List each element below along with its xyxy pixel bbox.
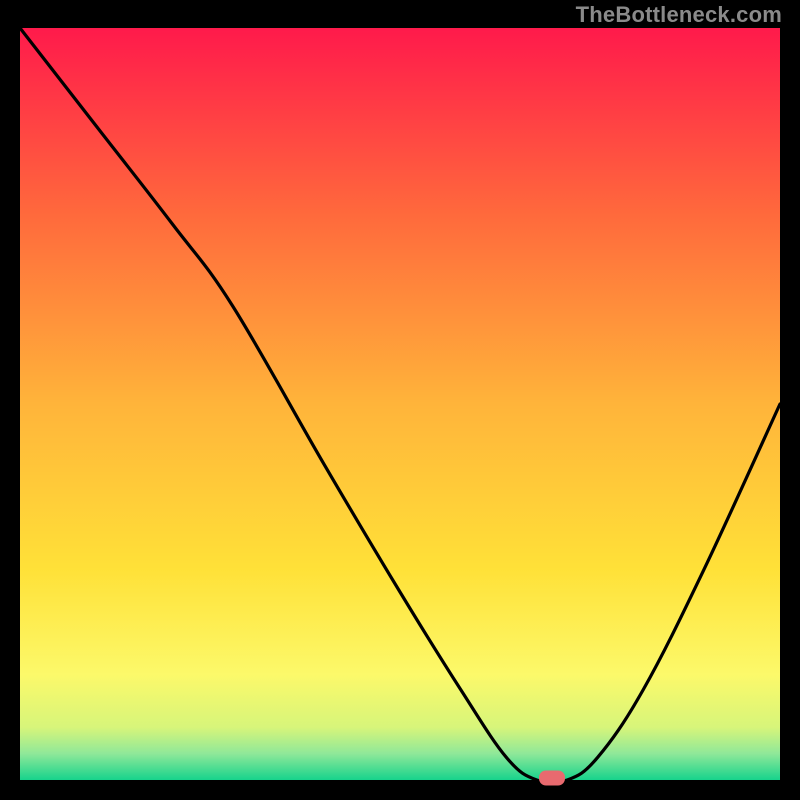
plot-background bbox=[20, 28, 780, 780]
chart-frame: TheBottleneck.com bbox=[0, 0, 800, 800]
bottleneck-chart bbox=[0, 0, 800, 800]
attribution-label: TheBottleneck.com bbox=[576, 2, 782, 28]
optimal-marker bbox=[539, 771, 565, 786]
